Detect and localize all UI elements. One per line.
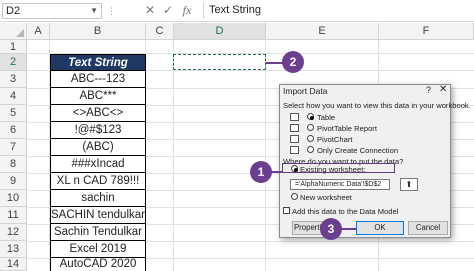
row-header-12[interactable]: 12: [0, 224, 27, 241]
callout-badge-3: 3: [320, 218, 342, 240]
table-row[interactable]: SACHIN tendulkar: [50, 207, 146, 224]
existing-worksheet-label: Existing worksheet:: [300, 165, 366, 174]
column-header-f[interactable]: F: [379, 23, 474, 40]
row-header-6[interactable]: 6: [0, 122, 27, 139]
name-box[interactable]: D2 ▼: [2, 3, 102, 19]
fx-icon[interactable]: fx: [179, 2, 195, 19]
column-header-b[interactable]: B: [50, 23, 146, 40]
pivotchart-option-label: PivotChart: [317, 135, 353, 144]
enter-icon[interactable]: ✓: [160, 2, 176, 19]
callout-badge-1: 1: [250, 161, 272, 183]
callout-arrow: [271, 171, 283, 173]
close-icon[interactable]: ✕: [439, 84, 447, 95]
row-header-9[interactable]: 9: [0, 173, 27, 190]
row-header-2[interactable]: 2: [0, 54, 27, 71]
row-header-14[interactable]: 14: [0, 258, 27, 271]
row-header-1[interactable]: 1: [0, 40, 27, 54]
connection-icon: [290, 146, 299, 154]
new-worksheet-radio[interactable]: [291, 193, 298, 200]
table-row[interactable]: ###xIncad: [50, 156, 146, 173]
table-radio[interactable]: [307, 113, 314, 120]
formula-input[interactable]: Text String: [203, 3, 474, 19]
table-row[interactable]: (ABC): [50, 139, 146, 156]
column-header-c[interactable]: C: [146, 23, 174, 40]
callout-arrow: [341, 228, 356, 230]
collapse-dialog-icon[interactable]: ⬆: [400, 178, 418, 191]
pivottable-icon: [290, 124, 299, 132]
location-input[interactable]: ='AlphaNumeric Data'!$D$2: [290, 179, 390, 190]
view-prompt: Select how you want to view this data in…: [283, 101, 471, 110]
table-row[interactable]: sachin TENDULKAR: [50, 190, 146, 220]
name-box-value: D2: [6, 5, 21, 17]
table-row[interactable]: ABC---123: [50, 71, 146, 88]
table-option-label: Table: [317, 113, 336, 122]
help-icon[interactable]: ?: [426, 85, 431, 95]
column-header-a[interactable]: A: [27, 23, 50, 40]
column-header-e[interactable]: E: [266, 23, 379, 40]
table-icon: [290, 113, 299, 121]
row-header-13[interactable]: 13: [0, 241, 27, 258]
column-header-d[interactable]: D: [174, 23, 266, 40]
pivotchart-radio[interactable]: [307, 135, 314, 142]
row-header-7[interactable]: 7: [0, 139, 27, 156]
ok-button[interactable]: OK: [356, 221, 404, 235]
row-header-5[interactable]: 5: [0, 105, 27, 122]
table-row[interactable]: <>ABC<>: [50, 105, 146, 122]
chevron-down-icon[interactable]: ▼: [90, 4, 98, 18]
dialog-title: Import Data: [283, 86, 328, 96]
existing-worksheet-radio[interactable]: [291, 165, 298, 172]
table-header-cell[interactable]: Text String: [50, 54, 146, 71]
table-row[interactable]: AutoCAD 2020: [50, 258, 146, 271]
connection-radio[interactable]: [307, 146, 314, 153]
cancel-button[interactable]: Cancel: [408, 221, 448, 235]
table-row[interactable]: !@#$123: [50, 122, 146, 139]
pivottable-option-label: PivotTable Report: [317, 124, 377, 133]
table-row[interactable]: Sachin Tendulkar: [50, 224, 146, 241]
new-worksheet-label: New worksheet: [300, 193, 352, 202]
table-row[interactable]: ABC***: [50, 88, 146, 105]
row-header-4[interactable]: 4: [0, 88, 27, 105]
data-model-checkbox[interactable]: [283, 207, 290, 214]
row-header-3[interactable]: 3: [0, 71, 27, 88]
pivotchart-icon: [290, 135, 299, 143]
callout-badge-2: 2: [282, 51, 304, 73]
table-row[interactable]: Excel 2019: [50, 241, 146, 258]
row-header-10[interactable]: 10: [0, 190, 27, 207]
table-row[interactable]: XL n CAD 789!!!: [50, 173, 146, 190]
selected-cell-d2[interactable]: [173, 54, 266, 70]
row-header-11[interactable]: 11: [0, 207, 27, 224]
select-all-corner[interactable]: [0, 23, 27, 40]
pivottable-radio[interactable]: [307, 124, 314, 131]
data-model-label: Add this data to the Data Model: [292, 207, 399, 216]
formula-bar-grip-icon: ⋮: [107, 4, 116, 18]
connection-option-label: Only Create Connection: [317, 146, 399, 155]
row-header-8[interactable]: 8: [0, 156, 27, 173]
cancel-icon[interactable]: ✕: [142, 2, 158, 19]
